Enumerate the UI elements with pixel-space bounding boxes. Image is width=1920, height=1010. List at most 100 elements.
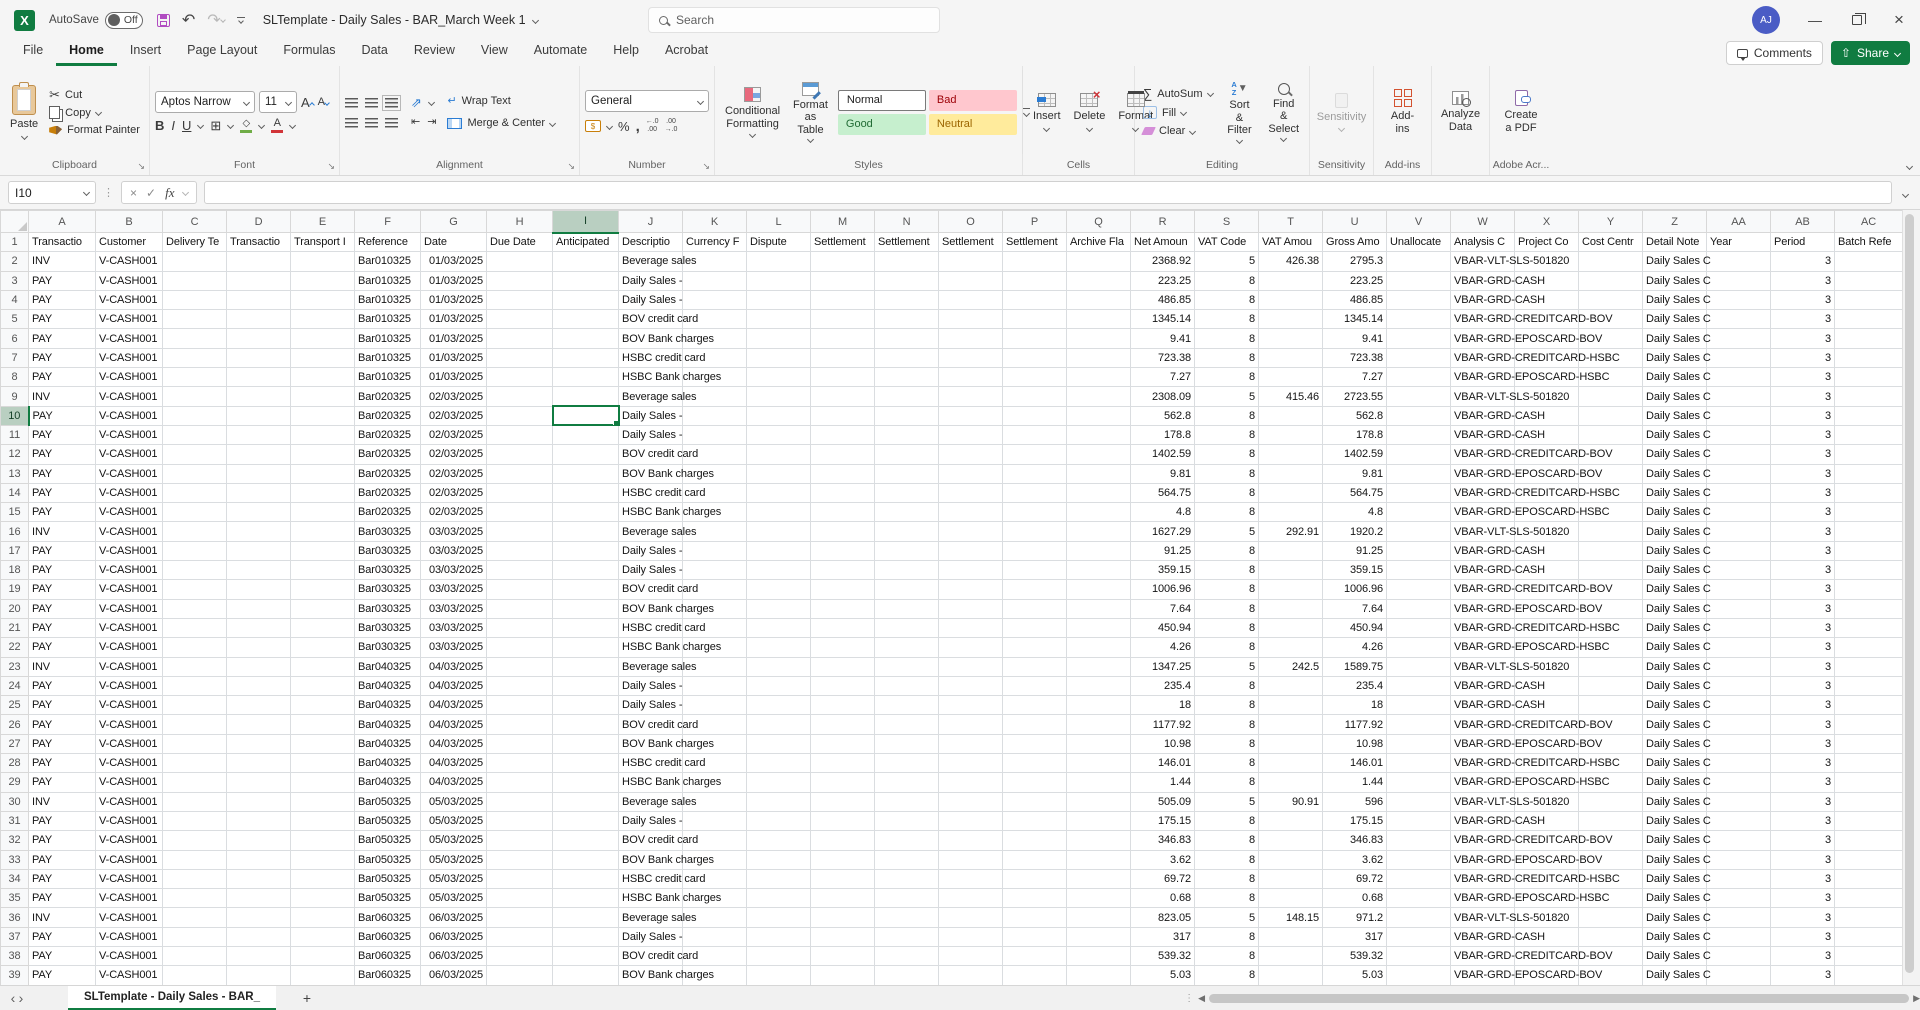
cell-D26[interactable] xyxy=(226,714,291,735)
cell-G28[interactable]: 04/03/2025 xyxy=(420,753,487,774)
cell-O24[interactable] xyxy=(938,676,1003,697)
column-header-Q[interactable]: Q xyxy=(1066,210,1131,233)
cell-E36[interactable] xyxy=(290,907,355,928)
row-header-10[interactable]: 10 xyxy=(0,405,30,426)
cell-Z38[interactable]: Daily Sales C xyxy=(1642,946,1711,967)
cell-J33[interactable]: BOV Bank charges xyxy=(618,850,714,870)
cell-AC9[interactable] xyxy=(1834,386,1902,407)
cell-N26[interactable] xyxy=(874,714,939,735)
cell-A34[interactable]: PAY xyxy=(28,869,96,890)
cell-L9[interactable] xyxy=(746,386,811,407)
cell-L17[interactable] xyxy=(746,541,811,562)
cell-R17[interactable]: 91.25 xyxy=(1130,541,1195,562)
cell-AC39[interactable] xyxy=(1834,965,1902,985)
cell-Q25[interactable] xyxy=(1066,695,1131,716)
cell-L29[interactable] xyxy=(746,772,811,793)
cell-D20[interactable] xyxy=(226,599,291,619)
cell-B26[interactable]: V-CASH001 xyxy=(95,714,163,735)
cell-U14[interactable]: 564.75 xyxy=(1322,483,1387,504)
cell-Q11[interactable] xyxy=(1066,425,1131,446)
column-header-J[interactable]: J xyxy=(618,210,683,233)
cell-W4[interactable]: VBAR-GRD-CASH xyxy=(1450,290,1545,311)
cell-S16[interactable]: 5 xyxy=(1194,521,1259,542)
cell-Q36[interactable] xyxy=(1066,907,1131,928)
cell-J16[interactable]: Beverage sales xyxy=(618,521,697,542)
cell-W14[interactable]: VBAR-GRD-CREDITCARD-HSBC xyxy=(1450,483,1620,504)
cell-E38[interactable] xyxy=(290,946,355,967)
row-header-3[interactable]: 3 xyxy=(0,270,29,291)
formula-input[interactable] xyxy=(204,181,1892,204)
cell-A26[interactable]: PAY xyxy=(28,714,96,735)
cell-N21[interactable] xyxy=(874,618,939,639)
column-header-E[interactable]: E xyxy=(290,210,355,233)
cell-E27[interactable] xyxy=(290,734,355,755)
cell-AA17[interactable] xyxy=(1706,541,1771,562)
cell-AA9[interactable] xyxy=(1706,386,1771,407)
cell-C24[interactable] xyxy=(162,676,227,697)
cell-C20[interactable] xyxy=(162,599,227,619)
cell-R20[interactable]: 7.64 xyxy=(1130,599,1195,619)
cell-E3[interactable] xyxy=(290,271,355,291)
cell-O13[interactable] xyxy=(938,464,1003,484)
cell-O39[interactable] xyxy=(938,965,1003,985)
tab-splitter-icon[interactable]: ⋮ xyxy=(1184,993,1194,1004)
cell-D1[interactable]: Transactio xyxy=(226,232,291,253)
cell-AA39[interactable] xyxy=(1706,965,1771,985)
cell-P1[interactable]: Settlement xyxy=(1002,232,1067,253)
column-header-AA[interactable]: AA xyxy=(1706,210,1771,233)
cell-T32[interactable] xyxy=(1258,830,1323,851)
cell-C17[interactable] xyxy=(162,541,227,562)
cell-I30[interactable] xyxy=(552,792,619,812)
cell-G17[interactable]: 03/03/2025 xyxy=(420,541,487,562)
cell-M29[interactable] xyxy=(810,772,875,793)
cell-N11[interactable] xyxy=(874,425,939,446)
comments-button[interactable]: Comments xyxy=(1725,41,1823,65)
cell-R3[interactable]: 223.25 xyxy=(1130,271,1195,291)
cell-AC1[interactable]: Batch Refe xyxy=(1834,232,1902,253)
cell-Q23[interactable] xyxy=(1066,657,1131,677)
cell-D21[interactable] xyxy=(226,618,291,639)
cell-E4[interactable] xyxy=(290,290,355,311)
cell-I32[interactable] xyxy=(552,830,619,851)
cell-S36[interactable]: 5 xyxy=(1194,907,1259,928)
cell-Z21[interactable]: Daily Sales C xyxy=(1642,618,1711,639)
cell-L16[interactable] xyxy=(746,521,811,542)
cell-F22[interactable]: Bar030325 xyxy=(354,637,421,658)
scroll-left-icon[interactable]: ◀ xyxy=(1198,993,1205,1004)
cell-F10[interactable]: Bar020325 xyxy=(354,406,421,426)
cell-D9[interactable] xyxy=(226,386,291,407)
cell-H6[interactable] xyxy=(486,328,553,349)
cell-D2[interactable] xyxy=(226,251,291,272)
cell-F14[interactable]: Bar020325 xyxy=(354,483,421,504)
cell-AA38[interactable] xyxy=(1706,946,1771,967)
cell-S35[interactable]: 8 xyxy=(1194,888,1259,909)
cell-T26[interactable] xyxy=(1258,714,1323,735)
cell-S37[interactable]: 8 xyxy=(1194,927,1259,947)
align-bottom-icon[interactable] xyxy=(382,94,401,111)
cell-G39[interactable]: 06/03/2025 xyxy=(420,965,487,985)
cell-D15[interactable] xyxy=(226,502,291,523)
cell-A30[interactable]: INV xyxy=(28,792,96,812)
cell-K4[interactable] xyxy=(682,290,747,311)
cell-N36[interactable] xyxy=(874,907,939,928)
cell-F31[interactable]: Bar050325 xyxy=(354,811,421,832)
row-header-12[interactable]: 12 xyxy=(0,444,29,465)
close-button[interactable]: × xyxy=(1878,0,1920,40)
cell-Z5[interactable]: Daily Sales C xyxy=(1642,309,1711,330)
cell-B19[interactable]: V-CASH001 xyxy=(95,579,163,600)
cell-AB37[interactable]: 3 xyxy=(1770,927,1835,947)
cell-P21[interactable] xyxy=(1002,618,1067,639)
cell-O19[interactable] xyxy=(938,579,1003,600)
cell-T8[interactable] xyxy=(1258,367,1323,388)
cell-B18[interactable]: V-CASH001 xyxy=(95,560,163,581)
cell-G29[interactable]: 04/03/2025 xyxy=(420,772,487,793)
cell-N10[interactable] xyxy=(874,406,939,426)
cell-W23[interactable]: VBAR-VLT-SLS-501820 xyxy=(1450,657,1569,677)
cell-AA24[interactable] xyxy=(1706,676,1771,697)
cell-F3[interactable]: Bar010325 xyxy=(354,271,421,291)
cell-N29[interactable] xyxy=(874,772,939,793)
cell-D10[interactable] xyxy=(226,406,291,426)
cell-AA23[interactable] xyxy=(1706,657,1771,677)
cell-Z33[interactable]: Daily Sales C xyxy=(1642,850,1711,870)
tab-home[interactable]: Home xyxy=(56,39,117,66)
